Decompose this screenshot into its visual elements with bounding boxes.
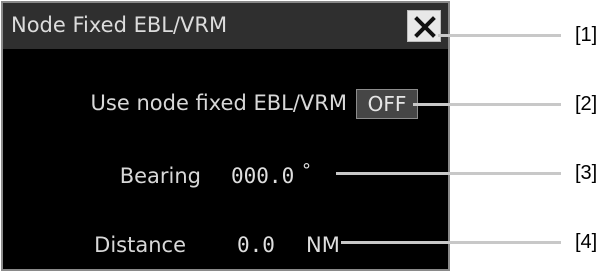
bearing-unit: ° xyxy=(302,160,311,181)
distance-value: 0.0 xyxy=(237,233,275,257)
callout-leader-2 xyxy=(413,103,561,106)
callout-leader-1 xyxy=(438,34,561,37)
callout-label-1: [1] xyxy=(575,24,598,46)
bearing-value: 000.0 xyxy=(231,164,295,188)
callout-leader-3 xyxy=(336,172,561,175)
figure: Node Fixed EBL/VRM Use node fixed EBL/VR… xyxy=(0,0,612,273)
callout-label-2: [2] xyxy=(575,93,598,115)
distance-label: Distance xyxy=(94,233,186,257)
bearing-label: Bearing xyxy=(119,164,201,188)
close-icon xyxy=(414,16,436,38)
dialog-title: Node Fixed EBL/VRM xyxy=(11,13,228,37)
callout-leader-4 xyxy=(341,241,561,244)
distance-unit: NM xyxy=(306,233,340,257)
use-node-fixed-label: Use node fixed EBL/VRM xyxy=(90,91,347,115)
callout-label-4: [4] xyxy=(575,231,598,253)
dialog-titlebar: Node Fixed EBL/VRM xyxy=(3,3,448,49)
close-button[interactable] xyxy=(407,10,441,42)
callout-label-3: [3] xyxy=(575,162,598,184)
use-node-fixed-toggle-button[interactable]: OFF xyxy=(356,89,418,119)
node-fixed-ebl-vrm-dialog: Node Fixed EBL/VRM Use node fixed EBL/VR… xyxy=(1,1,450,271)
